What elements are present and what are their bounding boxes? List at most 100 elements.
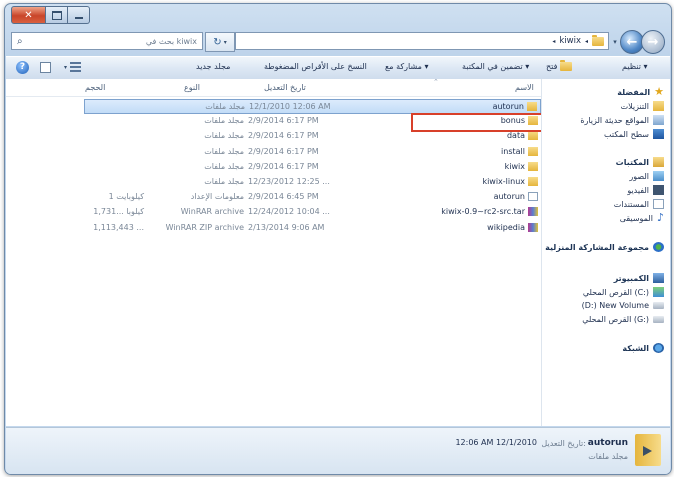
column-date-modified[interactable]: تاريخ التعديل [264,83,306,92]
nav-desktop[interactable]: سطح المكتب [604,129,664,139]
nav-documents[interactable]: المستندات [614,199,664,209]
close-button[interactable]: ✕ [11,6,46,24]
organize-button[interactable]: تنظيم ▾ [622,62,648,71]
file-name: kiwix-0.9~rc2-src.tar [441,207,525,217]
table-row[interactable]: 1,113,443 ... WinRAR ZIP archive 2/13/2014… [84,221,541,236]
chevron-down-icon: ▾ [223,38,227,46]
file-name: data [506,131,525,141]
folder-icon [635,434,661,466]
column-size[interactable]: الحجم [85,83,105,92]
nav-favorites[interactable]: المفضلة ★ [617,86,664,97]
nav-drive-g-label: القرص المحلي (G:) [582,315,649,324]
address-bar[interactable]: ◂ kiwix ◂ [235,32,609,50]
minimize-button[interactable] [68,6,90,24]
open-button[interactable]: فتح [546,60,573,71]
file-type: مجلد ملفات [204,116,244,126]
preview-pane-icon[interactable] [40,62,51,73]
nav-computer[interactable]: الكمبيوتر [614,273,664,283]
nav-desktop-label: سطح المكتب [604,129,649,139]
nav-videos[interactable]: الفيديو [627,185,664,195]
details-type: مجلد ملفات [588,452,628,461]
share-with-button[interactable]: مشاركة مع ▾ [385,62,428,71]
file-name-cell: kiwix-linux [482,177,538,186]
table-row[interactable]: 1,731... كيلوبا WinRAR archive 12/24/2012 … [84,205,541,220]
breadcrumb-kiwix[interactable]: kiwix [559,36,581,46]
address-row: ⌕ بحث في kiwix ↻ ▾ ◂ kiwix ◂ ▾ ← → [11,30,665,54]
arrow-right-icon: → [647,34,659,50]
details-modified-value: 12:06 AM 12/1/2010 [455,438,537,447]
help-icon[interactable]: ? [16,61,29,74]
nav-drive-c[interactable]: القرص المحلي (C:) [583,287,664,297]
breadcrumb[interactable]: ◂ kiwix ◂ [552,34,604,46]
forward-button[interactable]: → [641,30,665,54]
network-icon [653,343,664,353]
include-in-library-button[interactable]: تضمين في المكتبة ▾ [462,62,529,71]
file-date: 2/9/2014 6:45 PM [248,192,319,202]
nav-libraries[interactable]: المكتبات [616,157,664,167]
search-icon[interactable]: ⌕ [17,36,23,47]
nav-recent-places[interactable]: المواقع حديثة الزيارة [580,115,664,125]
file-list[interactable]: الحجم النوع تاريخ التعديل ⌃ الاسم مجلد م… [6,78,543,426]
table-row[interactable]: مجلد ملفات 12/23/2012 12:25 ... kiwix-linu… [84,175,541,190]
file-size: 1,113,443 ... [93,222,144,232]
nav-pictures-label: الصور [629,171,649,181]
nav-computer-label: الكمبيوتر [613,273,649,283]
nav-drive-d[interactable]: (D:) New Volume [582,301,664,310]
file-name: wikipedia [487,222,525,232]
column-name[interactable]: الاسم [515,83,534,92]
downloads-folder-icon [653,101,664,111]
file-size: 1,731... كيلوبا [93,207,144,217]
file-type: WinRAR archive [180,207,244,217]
file-size: 1 كيلوبايت [108,192,144,202]
navigation-buttons: ▾ ← → [610,30,665,54]
file-type: مجلد ملفات [205,102,245,111]
winrar-archive-icon [528,207,538,217]
nav-homegroup[interactable]: مجموعة المشاركة المنزلية [545,242,664,252]
nav-drive-g[interactable]: القرص المحلي (G:) [582,315,664,324]
nav-pictures[interactable]: الصور [629,171,664,181]
file-name: install [501,146,525,156]
nav-homegroup-label: مجموعة المشاركة المنزلية [545,242,649,252]
nav-drive-d-label: (D:) New Volume [581,301,649,310]
file-name-cell: autorun [493,192,538,202]
file-date: 12/24/2012 10:04 ... [248,207,330,217]
libraries-icon [653,157,664,167]
search-input[interactable]: بحث في kiwix [146,37,197,46]
search-box[interactable]: ⌕ بحث في kiwix [11,32,203,50]
desktop-icon [653,129,664,139]
file-date: 2/9/2014 6:17 PM [248,146,319,156]
recent-places-icon [653,115,664,125]
column-type[interactable]: النوع [184,83,200,92]
change-view-icon[interactable] [70,62,81,72]
new-folder-button[interactable]: مجلد جديد [196,62,230,71]
file-name: autorun [493,192,525,202]
details-pane: autorun تاريخ التعديل: 12:06 AM 12/1/201… [6,427,670,474]
nav-network[interactable]: الشبكة [622,343,664,353]
table-row[interactable]: مجلد ملفات 12/1/2010 12:06 AM autorun [84,99,541,114]
burn-button[interactable]: النسخ على الأقراص المضغوطة [264,62,367,71]
arrow-left-icon: ← [626,34,638,50]
table-row[interactable]: 1 كيلوبايت معلومات الإعداد 2/9/2014 6:45 P… [84,190,541,205]
history-dropdown[interactable]: ▾ [610,38,620,46]
folder-icon [528,177,538,186]
table-row[interactable]: مجلد ملفات 2/9/2014 6:17 PM install [84,145,541,160]
nav-downloads[interactable]: التنزيلات [621,101,664,111]
file-name-cell: wikipedia [487,222,538,232]
details-modified-label: تاريخ التعديل: [541,439,586,448]
maximize-button[interactable] [46,6,68,24]
file-date: 12/23/2012 12:25 ... [248,177,330,186]
refresh-button[interactable]: ↻ ▾ [205,32,235,52]
nav-recent-places-label: المواقع حديثة الزيارة [580,115,649,125]
music-icon: ♪ [656,211,664,224]
nav-music[interactable]: الموسيقى ♪ [620,211,664,224]
folder-icon [592,34,604,46]
file-name-cell: install [501,146,538,156]
file-name: autorun [492,102,524,111]
chevron-down-icon[interactable]: ▾ [64,64,67,71]
file-type: مجلد ملفات [204,161,244,171]
nav-libraries-label: المكتبات [615,157,649,167]
table-row[interactable]: مجلد ملفات 2/9/2014 6:17 PM kiwix [84,160,541,175]
file-name-cell: data [506,131,538,141]
chevron-left-icon: ◂ [584,37,588,45]
open-folder-icon [560,60,573,71]
